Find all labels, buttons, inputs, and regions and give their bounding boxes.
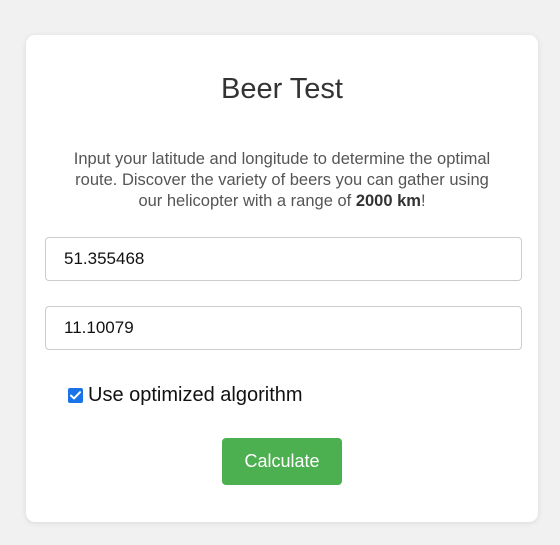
optimized-algorithm-checkbox[interactable] (68, 388, 83, 403)
description-text: Input your latitude and longitude to det… (66, 149, 498, 212)
latitude-input[interactable] (45, 237, 522, 281)
description-text-end: ! (420, 192, 426, 210)
description-text-main: Input your latitude and longitude to det… (73, 150, 491, 210)
calculate-button[interactable]: Calculate (222, 438, 342, 485)
optimized-algorithm-label: Use optimized algorithm (88, 384, 303, 406)
optimized-algorithm-option[interactable]: Use optimized algorithm (68, 384, 303, 407)
range-highlight: 2000 km (355, 192, 421, 210)
longitude-input[interactable] (45, 306, 522, 350)
beer-test-card: Beer Test Input your latitude and longit… (26, 35, 538, 522)
checkmark-icon (70, 391, 81, 400)
page-title: Beer Test (221, 73, 343, 105)
